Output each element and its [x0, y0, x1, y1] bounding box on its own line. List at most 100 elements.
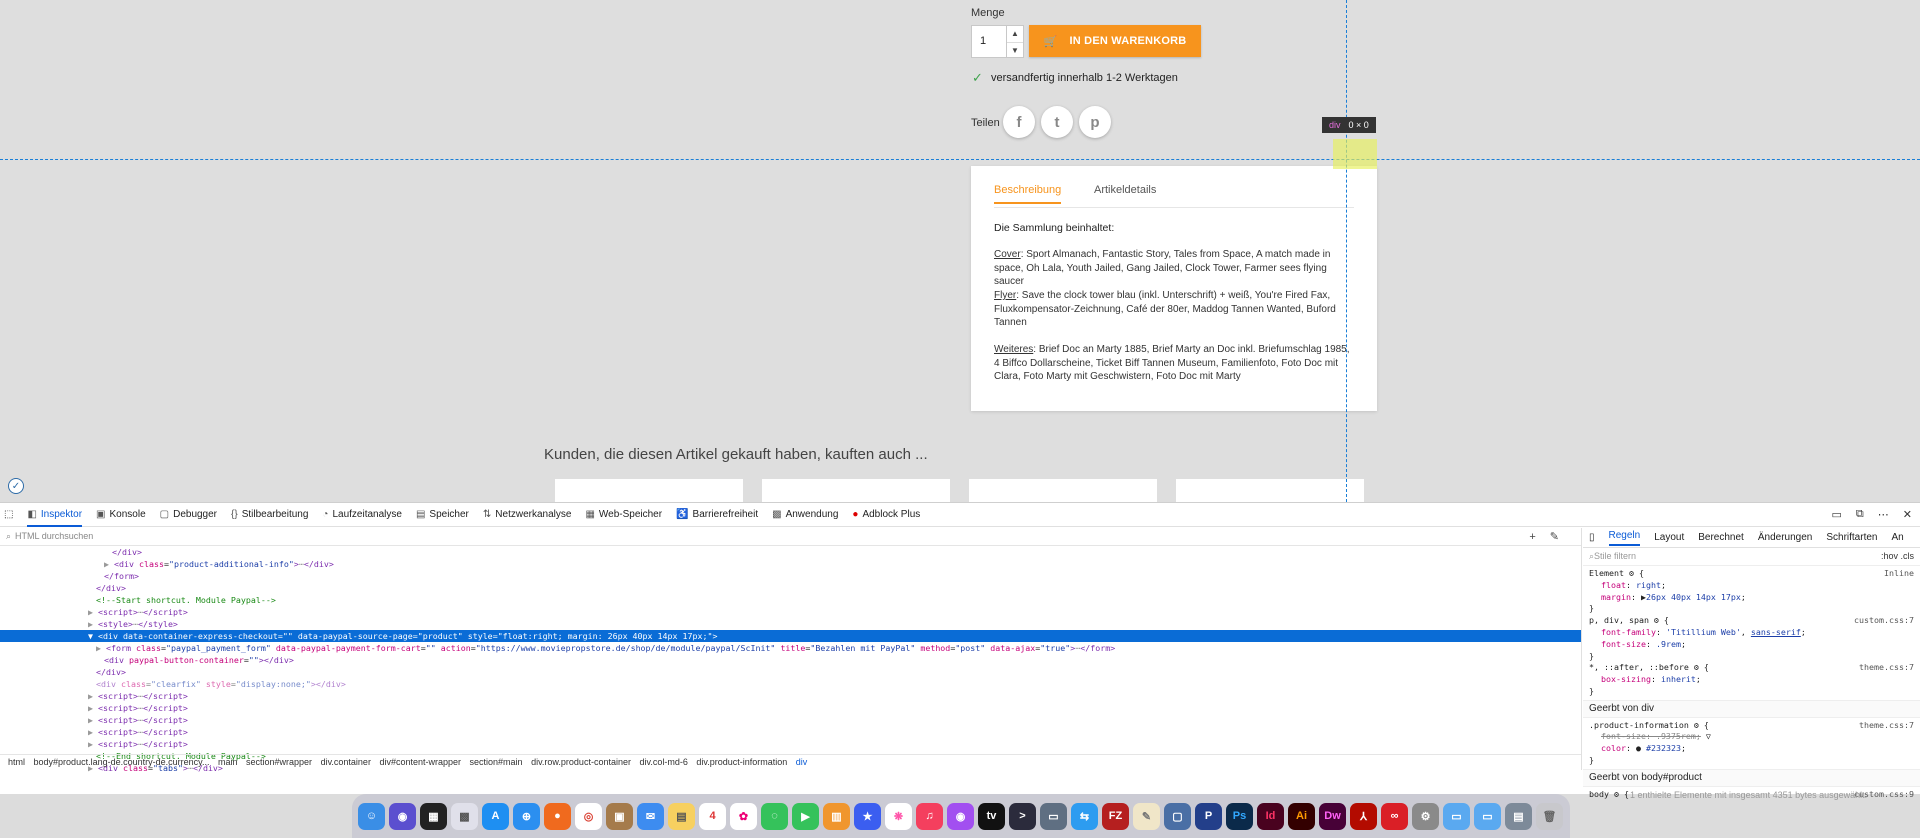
css-rule-selector[interactable]: theme.css:7 .product-information ⚙ {	[1589, 720, 1914, 732]
tab-konsole[interactable]: ▣ Konsole	[96, 509, 146, 520]
html-search-input[interactable]: ⌕ HTML durchsuchen +✎	[0, 528, 1581, 546]
editor-icon[interactable]: ✎	[1133, 802, 1160, 830]
css-declaration[interactable]: font-size: .9rem;	[1589, 639, 1914, 651]
css-declaration[interactable]: color: ● #232323;	[1589, 743, 1914, 755]
related-product-card[interactable]	[762, 479, 950, 502]
pinterest-icon[interactable]: p	[1079, 106, 1111, 138]
tab-netzwerkanalyse[interactable]: ⇅ Netzwerkanalyse	[483, 509, 572, 520]
add-to-cart-button[interactable]: 🛒 IN DEN WARENKORB	[1029, 25, 1201, 57]
teamviewer-icon[interactable]: ⇆	[1071, 802, 1098, 830]
css-declaration[interactable]: float: right;	[1589, 580, 1914, 592]
markup-line[interactable]: <div class="clearfix" style="display:non…	[0, 678, 1581, 690]
chevron-down-icon[interactable]: ▼	[1007, 42, 1023, 58]
breadcrumb-item[interactable]: body#product.lang-de.country-de.currency…	[34, 757, 210, 767]
markup-line[interactable]: </div>	[0, 582, 1581, 594]
markup-line[interactable]: ▶ <script>⋯</script>	[0, 738, 1581, 750]
markup-line[interactable]: <!--Start shortcut. Module Paypal-->	[0, 594, 1581, 606]
photoshop-icon[interactable]: Ps	[1226, 802, 1253, 830]
tab-adblock-plus[interactable]: ● Adblock Plus	[852, 509, 920, 520]
markup-line-selected[interactable]: ▼ <div data-container-express-checkout="…	[0, 630, 1581, 642]
documents-folder-icon[interactable]: ▭	[1474, 802, 1501, 830]
acrobat-icon[interactable]: ⅄	[1350, 802, 1377, 830]
chevron-up-icon[interactable]: ▲	[1007, 26, 1023, 42]
creative-cloud-icon[interactable]: ∞	[1381, 802, 1408, 830]
screenshot-icon[interactable]: ▢	[1164, 802, 1191, 830]
facetime-icon[interactable]: ▶	[792, 802, 819, 830]
photos-alt-icon[interactable]: ❋	[885, 802, 912, 830]
dreamweaver-icon[interactable]: Dw	[1319, 802, 1346, 830]
css-declaration[interactable]: font-size: .9375rem; ▽	[1589, 731, 1914, 743]
markup-line[interactable]: </div>	[0, 666, 1581, 678]
markup-tree[interactable]: </div> ▶ <div class="product-additional-…	[0, 546, 1581, 774]
breadcrumb-item[interactable]: div#content-wrapper	[379, 757, 461, 767]
launchpad-icon[interactable]: ▩	[451, 802, 478, 830]
style-filter-input[interactable]: ⌕ Stile filtern:hov .cls	[1583, 548, 1920, 566]
css-rule-element[interactable]: Inline Element ⚙ {	[1589, 568, 1914, 580]
quantity-input[interactable]: 1	[971, 25, 1011, 58]
photos-icon[interactable]: ✿	[730, 802, 757, 830]
terminal-icon[interactable]: >	[1009, 802, 1036, 830]
more-icon[interactable]: ⋯	[1878, 508, 1889, 521]
layout-toggle-icon[interactable]: ▯	[1589, 532, 1595, 543]
contacts-icon[interactable]: ▣	[606, 802, 633, 830]
calendar-icon[interactable]: 4	[699, 802, 726, 830]
css-rules[interactable]: Inline Element ⚙ { float: right; margin: …	[1583, 566, 1920, 802]
imovie-icon[interactable]: ★	[854, 802, 881, 830]
breadcrumb-item[interactable]: div.col-md-6	[639, 757, 687, 767]
related-product-card[interactable]	[969, 479, 1157, 502]
tab-anwendung[interactable]: ▩ Anwendung	[772, 509, 838, 520]
tab-debugger[interactable]: ▢ Debugger	[160, 509, 217, 520]
quantity-stepper[interactable]: ▲ ▼	[1006, 25, 1024, 58]
markup-line[interactable]: ▶ <script>⋯</script>	[0, 606, 1581, 618]
tab-regeln[interactable]: Regeln	[1608, 530, 1641, 546]
css-rule-selector[interactable]: custom.css:7 p, div, span ⚙ {	[1589, 615, 1914, 627]
paypal-icon[interactable]: P	[1195, 802, 1222, 830]
filter-tools[interactable]: :hov .cls	[1881, 551, 1914, 562]
tv-icon[interactable]: tv	[978, 802, 1005, 830]
books-icon[interactable]: ▥	[823, 802, 850, 830]
markup-line[interactable]: ▶ <div class="product-additional-info">⋯…	[0, 558, 1581, 570]
illustrator-icon[interactable]: Ai	[1288, 802, 1315, 830]
consent-icon[interactable]: ✓	[8, 478, 24, 494]
app-store-icon[interactable]: A	[482, 802, 509, 830]
markup-line[interactable]: ▶ <script>⋯</script>	[0, 702, 1581, 714]
related-product-card[interactable]	[1176, 479, 1364, 502]
eyedropper-icon[interactable]: ✎	[1550, 531, 1573, 543]
tab-laufzeitanalyse[interactable]: ◔ Laufzeitanalyse	[322, 509, 402, 520]
css-rule-selector[interactable]: theme.css:7 *, ::after, ::before ⚙ {	[1589, 662, 1914, 674]
facebook-icon[interactable]: f	[1003, 106, 1035, 138]
tab-inspektor[interactable]: ◧ Inspektor	[27, 503, 83, 527]
tab-aenderungen[interactable]: Änderungen	[1758, 532, 1813, 543]
markup-line[interactable]: ▶ <script>⋯</script>	[0, 714, 1581, 726]
tab-artikeldetails[interactable]: Artikeldetails	[1094, 184, 1156, 202]
podcasts-icon[interactable]: ◉	[947, 802, 974, 830]
breadcrumb-item[interactable]: section#main	[470, 757, 523, 767]
markup-line[interactable]: ▶ <script>⋯</script>	[0, 690, 1581, 702]
related-product-card[interactable]	[555, 479, 743, 502]
popout-icon[interactable]: ⧉	[1856, 508, 1864, 521]
downloads-folder-icon[interactable]: ▭	[1443, 802, 1470, 830]
tab-layout[interactable]: Layout	[1654, 532, 1684, 543]
siri-icon[interactable]: ◉	[389, 802, 416, 830]
dock-side-icon[interactable]: ▭	[1832, 508, 1842, 521]
markup-line[interactable]: </form>	[0, 570, 1581, 582]
finder-icon[interactable]: ☺	[358, 802, 385, 830]
tab-speicher[interactable]: ▤ Speicher	[416, 509, 469, 520]
breadcrumb-item[interactable]: section#wrapper	[246, 757, 312, 767]
breadcrumb-item[interactable]: div.container	[321, 757, 371, 767]
twitter-icon[interactable]: t	[1041, 106, 1073, 138]
breadcrumb-item[interactable]: div.product-information	[696, 757, 787, 767]
archive-icon[interactable]: ▤	[1505, 802, 1532, 830]
css-declaration[interactable]: margin: ▶26px 40px 14px 17px;	[1589, 592, 1914, 604]
tab-web-speicher[interactable]: ▦ Web-Speicher	[585, 509, 662, 520]
markup-line[interactable]: ▶ <script>⋯</script>	[0, 726, 1581, 738]
markup-line[interactable]: </div>	[0, 546, 1581, 558]
messages-icon[interactable]: ◌	[761, 802, 788, 830]
tab-stilbearbeitung[interactable]: {} Stilbearbeitung	[231, 509, 308, 520]
indesign-icon[interactable]: Id	[1257, 802, 1284, 830]
notes-icon[interactable]: ▤	[668, 802, 695, 830]
chrome-icon[interactable]: ◎	[575, 802, 602, 830]
tab-berechnet[interactable]: Berechnet	[1698, 532, 1744, 543]
system-preferences-icon[interactable]: ⚙	[1412, 802, 1439, 830]
breadcrumb-item[interactable]: div.row.product-container	[531, 757, 631, 767]
